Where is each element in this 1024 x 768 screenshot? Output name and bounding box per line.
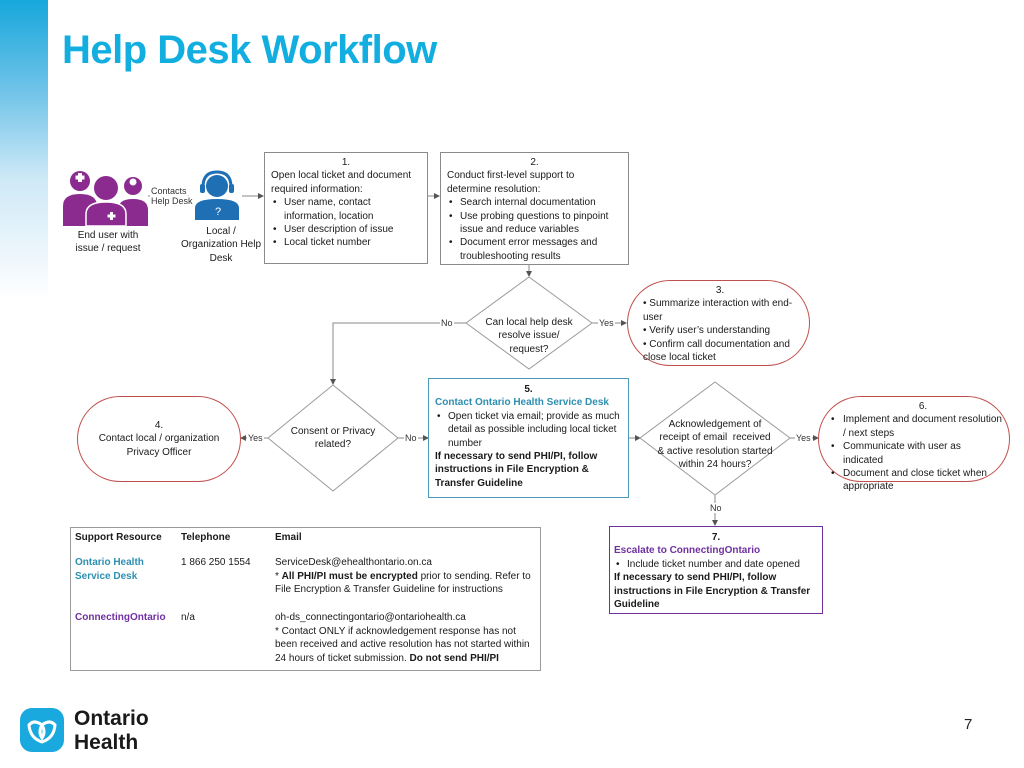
telephone-cell: n/a <box>181 612 195 624</box>
step-4-line1: Contact local / organization <box>98 433 220 445</box>
bullet-item: • Document and close ticket when appropri… <box>831 468 987 493</box>
edge-label-yes-3: Yes <box>795 433 812 443</box>
bullet-item: • Verify user’s understanding <box>643 325 771 337</box>
step-7-note: If necessary to send PHI/PI, follow inst… <box>614 572 811 611</box>
step-heading: Open local ticket and document <box>271 170 412 182</box>
step-6-box: 6. • Implement and document resolution / … <box>818 396 1010 492</box>
contacts-help-desk-label-2: Help Desk <box>150 196 194 206</box>
side-accent-bar <box>0 0 48 300</box>
end-user-label: End user with issue / request <box>75 230 141 255</box>
edge-label-no-2: No <box>404 433 418 443</box>
edge-decision1-no <box>330 322 466 385</box>
step-heading: Conduct first-level support to <box>447 170 575 182</box>
step-heading-2: determine resolution: <box>447 183 541 195</box>
step-number: 6. <box>918 401 928 412</box>
step-number: 1. <box>341 157 351 168</box>
email-cell: oh-ds_connectingontario@ontariohealth.ca… <box>271 609 541 670</box>
bullet-item: Open ticket via email; provide as much d… <box>437 410 622 450</box>
contacts-help-desk-label: Contacts <box>150 186 188 196</box>
table-row: Ontario Health Service Desk 1 866 250 15… <box>71 554 541 609</box>
step-4-box: 4. Contact local / organization Privacy … <box>77 396 241 482</box>
page-number: 7 <box>964 716 973 733</box>
bullet-item: • Confirm call documentation and close l… <box>643 338 790 364</box>
bullet-item: Search internal documentation <box>449 196 622 210</box>
table-row: ConnectingOntario n/a oh-ds_connectingon… <box>71 609 541 670</box>
email-cell: ServiceDesk@ehealthontario.on.ca * All P… <box>271 554 541 609</box>
bullet-item: Use probing questions to pinpoint issue … <box>449 210 622 237</box>
step-number: 7. <box>711 532 721 543</box>
step-5-note: If necessary to send PHI/PI, follow inst… <box>435 451 598 489</box>
step-number: 5. <box>524 384 533 395</box>
bullet-item: • Communicate with user as indicated <box>831 441 961 466</box>
step-5-box: 5. Contact Ontario Health Service Desk O… <box>428 378 629 498</box>
bullet-item: Local ticket number <box>273 236 421 250</box>
email-note: * Contact ONLY if acknowledgement respon… <box>275 625 530 664</box>
resource-name: ConnectingOntario <box>75 612 166 624</box>
step-5-heading: Contact Ontario Health Service Desk <box>435 397 609 409</box>
decision-3-text: Acknowledgement of receipt of email rece… <box>657 419 773 471</box>
edge-label-yes-1: Yes <box>598 318 615 328</box>
step-number: 2. <box>530 157 539 168</box>
bullet-item: User description of issue <box>273 223 421 237</box>
bullet-item: Include ticket number and date opened <box>616 558 818 572</box>
column-header: Support Resource <box>75 532 162 543</box>
edge-label-no-3: No <box>709 503 723 513</box>
step-heading-2: required information: <box>271 183 363 195</box>
step-2-box: 2. Conduct first-level support to determ… <box>440 152 629 265</box>
step-4-line2: Privacy Officer <box>126 446 192 458</box>
bullet-item: Document error messages and troubleshoot… <box>449 236 622 263</box>
help-desk-label: Local / Organization Help Desk <box>180 226 262 264</box>
group-of-people-icon <box>63 171 148 226</box>
email-address[interactable]: ServiceDesk@ehealthontario.on.ca <box>275 556 536 569</box>
decision-2-text: Consent or Privacy related? <box>290 426 376 451</box>
ontario-trillium-icon <box>20 708 64 752</box>
support-resource-table: Support Resource Telephone Email Ontario… <box>70 527 541 671</box>
step-1-box: 1. Open local ticket and document requir… <box>264 152 428 264</box>
ontario-health-logo-text: Ontario Health <box>74 707 149 754</box>
step-3-box: 3. • Summarize interaction with end-user… <box>627 280 810 366</box>
decision-1-text: Can local help desk resolve issue/ reque… <box>485 317 573 355</box>
headset-agent-icon: ? <box>195 170 239 220</box>
edge-label-no-1: No <box>440 318 454 328</box>
step-number: 3. <box>715 285 725 296</box>
email-note: * All PHI/PI must be encrypted prior to … <box>275 570 531 596</box>
bullet-item: • Summarize interaction with end-user <box>643 298 793 323</box>
column-header: Email <box>275 532 302 543</box>
column-header: Telephone <box>181 532 231 543</box>
edge-label-yes-2: Yes <box>247 433 264 443</box>
bullet-item: • Implement and document resolution / nex… <box>831 414 1002 439</box>
bullet-item: User name, contact information, location <box>273 196 421 223</box>
svg-text:?: ? <box>215 206 221 218</box>
telephone-cell: 1 866 250 1554 <box>181 557 251 569</box>
step-7-heading: Escalate to ConnectingOntario <box>614 545 761 557</box>
email-address[interactable]: oh-ds_connectingontario@ontariohealth.ca <box>275 611 536 624</box>
resource-name: Ontario Health Service Desk <box>75 557 144 582</box>
step-number: 4. <box>154 420 164 431</box>
page-title: Help Desk Workflow <box>62 28 437 72</box>
table-header-row: Support Resource Telephone Email <box>71 528 541 555</box>
step-7-box: 7. Escalate to ConnectingOntario Include… <box>609 526 823 614</box>
